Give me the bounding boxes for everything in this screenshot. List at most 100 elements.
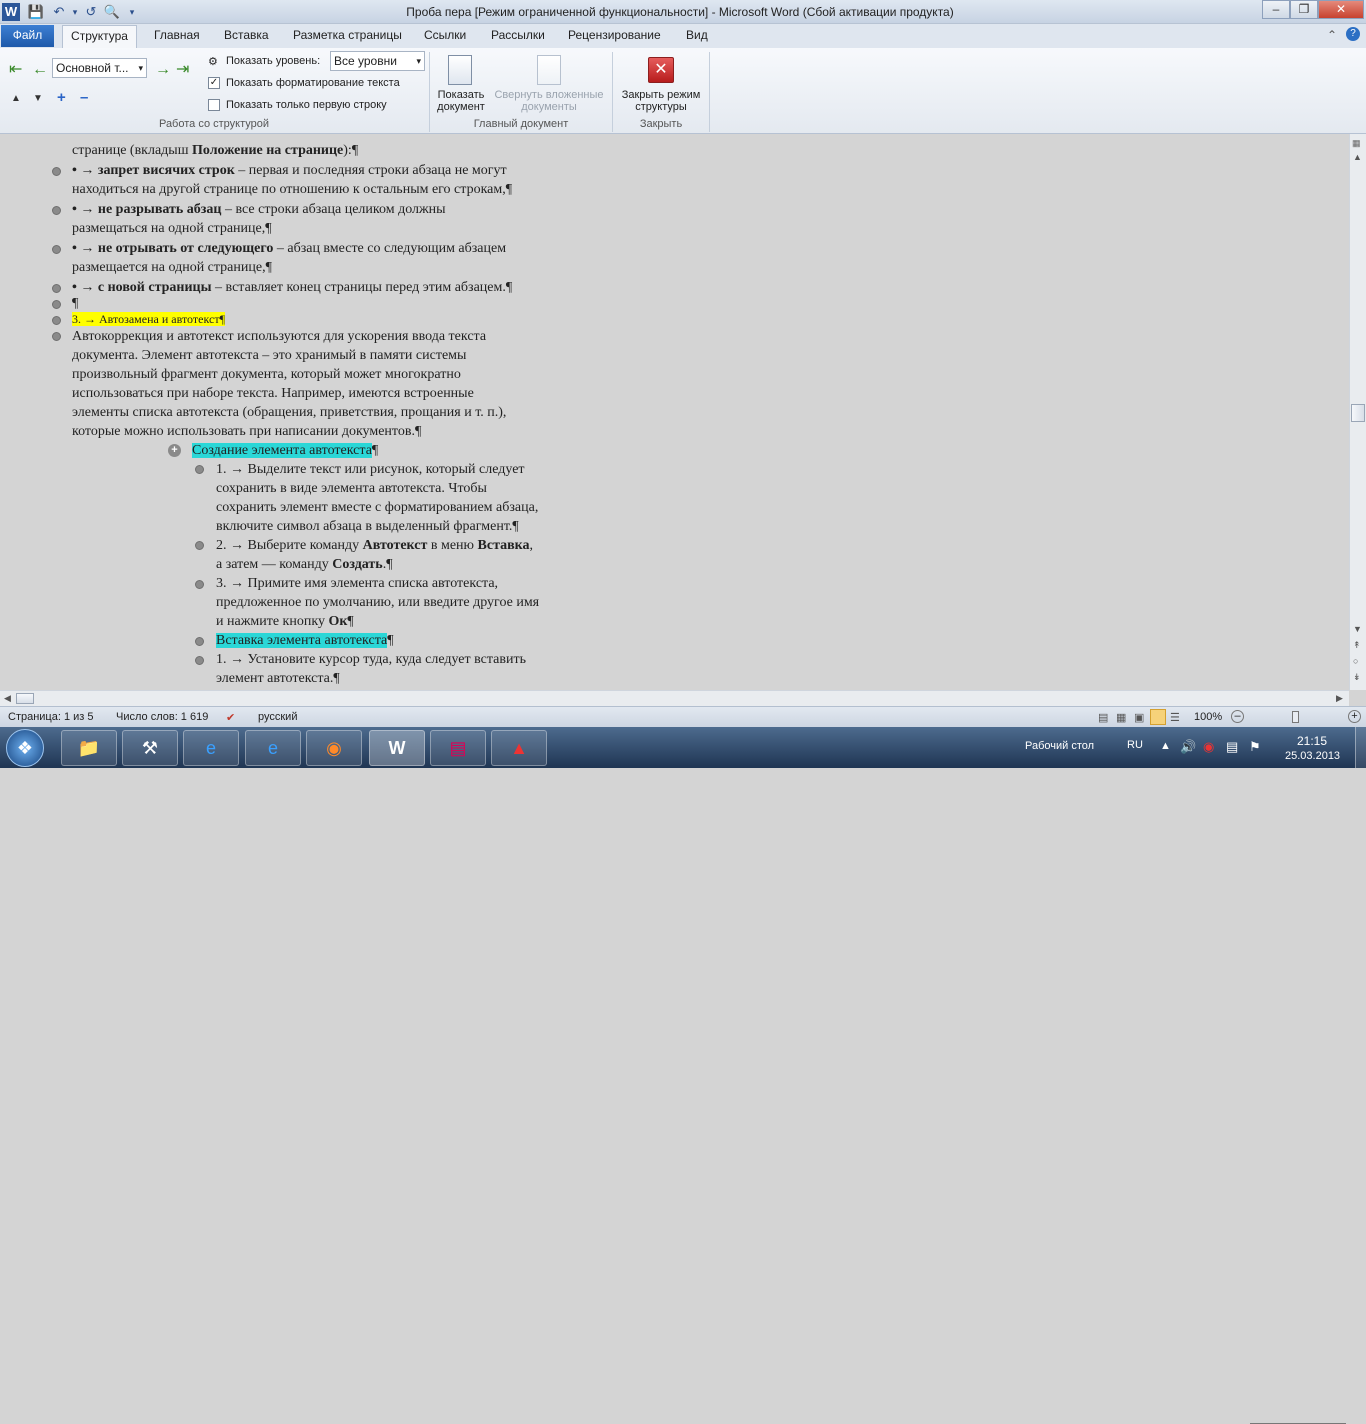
start-button[interactable]: ❖	[6, 729, 44, 767]
clock-time[interactable]: 21:15	[1297, 734, 1327, 748]
horizontal-scrollbar[interactable]: ◀ ▶	[0, 690, 1349, 706]
word-count[interactable]: Число слов: 1 619	[116, 711, 208, 723]
winrar-taskbar-icon[interactable]: ▤	[430, 730, 486, 766]
outline-bullet[interactable]	[52, 284, 61, 293]
show-document-label-1: Показать	[437, 89, 485, 101]
zoom-slider-thumb[interactable]	[1292, 711, 1299, 723]
expand-heading-icon[interactable]: +	[168, 444, 181, 457]
spellcheck-icon[interactable]: ✔	[226, 711, 235, 724]
ie-taskbar-icon[interactable]: e	[183, 730, 239, 766]
print-preview-icon[interactable]: 🔍	[103, 3, 121, 21]
outline-bullet[interactable]	[52, 316, 61, 325]
ie-second-taskbar-icon[interactable]: e	[245, 730, 301, 766]
explorer-taskbar-icon[interactable]: 📁	[61, 730, 117, 766]
previous-page-icon[interactable]: ↟	[1353, 640, 1361, 651]
show-document-icon[interactable]	[448, 55, 472, 85]
demote-to-body-icon[interactable]: ⇥	[176, 62, 189, 78]
doc-line: предложенное по умолчанию, или введите д…	[216, 595, 540, 610]
outline-bullet[interactable]	[195, 580, 204, 589]
collapse-icon[interactable]: –	[80, 89, 88, 106]
browse-object-icon[interactable]: ○	[1353, 656, 1358, 666]
volume-icon[interactable]: 🔊	[1180, 739, 1196, 755]
show-level-dropdown[interactable]: Все уровни ▾	[330, 51, 425, 71]
tab-file[interactable]: Файл	[1, 25, 54, 47]
zoom-out-icon[interactable]: –	[1231, 710, 1244, 723]
scroll-left-icon[interactable]: ◀	[4, 693, 11, 704]
zoom-level[interactable]: 100%	[1194, 711, 1222, 723]
title-bar: W 💾 ↶ ▾ ↺ 🔍 ▾ Проба пера [Режим ограниче…	[0, 0, 1366, 24]
tab-page-layout[interactable]: Разметка страницы	[293, 28, 402, 42]
minimize-ribbon-icon[interactable]: ⌃	[1327, 28, 1337, 42]
help-icon[interactable]: ?	[1346, 27, 1360, 41]
outline-view-icon[interactable]	[1150, 709, 1166, 725]
language[interactable]: русский	[258, 711, 297, 723]
draft-view-icon[interactable]: ☰	[1170, 711, 1180, 724]
outline-bullet[interactable]	[52, 300, 61, 309]
outline-bullet[interactable]	[195, 541, 204, 550]
outline-bullet[interactable]	[195, 637, 204, 646]
show-desktop-button[interactable]	[1355, 727, 1366, 768]
save-icon[interactable]: 💾	[27, 3, 45, 21]
vertical-scrollbar[interactable]: ▦ ▲ ▼ ↟ ○ ↡	[1349, 134, 1366, 690]
doc-line: включите символ абзаца в выделенный фраг…	[216, 519, 519, 534]
move-up-icon[interactable]: ▲	[11, 93, 21, 104]
zoom-in-icon[interactable]: +	[1348, 710, 1361, 723]
web-layout-icon[interactable]: ▣	[1134, 711, 1144, 724]
maximize-button[interactable]: ❐	[1290, 0, 1318, 19]
document-area[interactable]: странице (вкладыш Положение на странице)…	[0, 134, 1349, 690]
show-level-value: Все уровни	[334, 54, 397, 68]
firefox-taskbar-icon[interactable]: ◉	[306, 730, 362, 766]
customize-toolbar-icon[interactable]: ▾	[123, 3, 141, 21]
antivirus-icon[interactable]: ◉	[1203, 739, 1214, 755]
minimize-button[interactable]: –	[1262, 0, 1290, 19]
network-icon[interactable]: ▤	[1226, 739, 1238, 755]
acrobat-taskbar-icon[interactable]: ▲	[491, 730, 547, 766]
outline-bullet[interactable]	[195, 656, 204, 665]
tab-review[interactable]: Рецензирование	[568, 28, 661, 42]
close-outline-icon[interactable]: ✕	[648, 57, 674, 83]
hscroll-thumb[interactable]	[16, 693, 34, 704]
ruler-toggle-icon[interactable]: ▦	[1352, 138, 1361, 149]
tab-references[interactable]: Ссылки	[424, 28, 466, 42]
outline-bullet[interactable]	[52, 332, 61, 341]
doc-line: элементы списка автотекста (обращения, п…	[72, 405, 507, 420]
tab-mailings[interactable]: Рассылки	[491, 28, 545, 42]
page-count[interactable]: Страница: 1 из 5	[8, 711, 94, 723]
scroll-down-icon[interactable]: ▼	[1353, 624, 1362, 634]
action-center-icon[interactable]: ⚑	[1249, 739, 1261, 755]
show-first-line-checkbox[interactable]	[208, 99, 220, 111]
outline-level-dropdown[interactable]: Основной т... ▾	[52, 58, 147, 78]
outline-bullet[interactable]	[195, 465, 204, 474]
word-taskbar-icon[interactable]: W	[369, 730, 425, 766]
move-down-icon[interactable]: ▼	[33, 93, 43, 104]
close-outline-button[interactable]: Закрыть режим структуры	[614, 89, 708, 113]
input-language[interactable]: RU	[1127, 739, 1143, 751]
scroll-thumb[interactable]	[1351, 404, 1365, 422]
tab-view[interactable]: Вид	[686, 28, 708, 42]
close-window-button[interactable]: ✕	[1318, 0, 1364, 19]
demote-icon[interactable]: →	[155, 62, 171, 78]
redo-icon[interactable]: ↺	[82, 3, 100, 21]
show-hidden-icons[interactable]: ▲	[1160, 740, 1171, 752]
promote-to-heading-icon[interactable]: ⇤	[9, 62, 22, 78]
collapse-subdocs-label-2: документы	[521, 101, 577, 113]
tools-taskbar-icon[interactable]: ⚒	[122, 730, 178, 766]
next-page-icon[interactable]: ↡	[1353, 672, 1361, 683]
outline-bullet[interactable]	[52, 206, 61, 215]
word-app-icon[interactable]: W	[2, 3, 20, 21]
expand-icon[interactable]: +	[57, 89, 66, 106]
tab-outline[interactable]: Структура	[62, 25, 137, 49]
scroll-right-icon[interactable]: ▶	[1336, 693, 1343, 704]
tab-home[interactable]: Главная	[154, 28, 200, 42]
show-document-button[interactable]: Показать документ	[432, 89, 490, 113]
clock-date[interactable]: 25.03.2013	[1285, 750, 1340, 762]
scroll-up-icon[interactable]: ▲	[1353, 152, 1362, 162]
outline-bullet[interactable]	[52, 167, 61, 176]
tab-insert[interactable]: Вставка	[224, 28, 269, 42]
outline-bullet[interactable]	[52, 245, 61, 254]
desktop-toolbar[interactable]: Рабочий стол	[1025, 740, 1094, 752]
show-formatting-checkbox[interactable]: ✓	[208, 77, 220, 89]
promote-icon[interactable]: ←	[32, 62, 48, 78]
print-layout-icon[interactable]: ▤	[1098, 711, 1108, 724]
full-screen-reading-icon[interactable]: ▦	[1116, 711, 1126, 724]
